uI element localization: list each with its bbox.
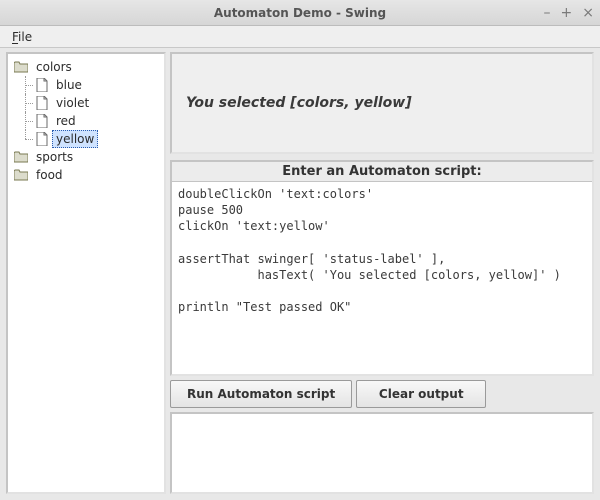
file-icon — [36, 78, 48, 92]
window-controls: – + × — [544, 0, 594, 25]
tree-connector — [22, 112, 36, 130]
tree-node-red[interactable]: red — [10, 112, 162, 130]
minimize-icon[interactable]: – — [544, 5, 551, 21]
status-panel: You selected [colors, yellow] — [170, 52, 594, 154]
tree-node-label: red — [52, 112, 80, 130]
tree-node-label: colors — [32, 58, 76, 76]
close-icon[interactable]: × — [582, 5, 594, 21]
file-icon — [36, 96, 48, 110]
tree-view[interactable]: colorsbluevioletredyellowsportsfood — [6, 52, 166, 494]
tree-node-label: yellow — [52, 130, 98, 148]
run-button[interactable]: Run Automaton script — [170, 380, 352, 408]
folder-icon — [14, 169, 28, 181]
tree-node-label: violet — [52, 94, 93, 112]
file-icon — [36, 132, 48, 146]
output-panel — [170, 412, 594, 494]
script-panel: Enter an Automaton script: — [170, 160, 594, 376]
tree-connector — [22, 76, 36, 94]
tree-node-food[interactable]: food — [10, 166, 162, 184]
main-pane: You selected [colors, yellow] Enter an A… — [170, 52, 594, 494]
tree-node-yellow[interactable]: yellow — [10, 130, 162, 148]
clear-output-button[interactable]: Clear output — [356, 380, 486, 408]
script-header: Enter an Automaton script: — [172, 162, 592, 182]
script-input[interactable] — [172, 182, 592, 374]
menubar: File — [0, 26, 600, 48]
tree-node-sports[interactable]: sports — [10, 148, 162, 166]
tree-node-label: food — [32, 166, 67, 184]
folder-icon — [14, 151, 28, 163]
tree-node-label: sports — [32, 148, 77, 166]
folder-icon — [14, 61, 28, 73]
window-title: Automaton Demo - Swing — [214, 6, 386, 20]
tree-connector — [22, 94, 36, 112]
tree-node-label: blue — [52, 76, 86, 94]
tree-node-colors[interactable]: colors — [10, 58, 162, 76]
status-label: You selected [colors, yellow] — [186, 95, 412, 111]
menu-file[interactable]: File — [6, 28, 38, 46]
titlebar: Automaton Demo - Swing – + × — [0, 0, 600, 26]
maximize-icon[interactable]: + — [561, 5, 573, 21]
client-area: colorsbluevioletredyellowsportsfood You … — [2, 48, 598, 498]
tree-node-blue[interactable]: blue — [10, 76, 162, 94]
file-icon — [36, 114, 48, 128]
tree-node-violet[interactable]: violet — [10, 94, 162, 112]
button-row: Run Automaton script Clear output — [170, 380, 594, 408]
tree-connector — [22, 130, 36, 148]
